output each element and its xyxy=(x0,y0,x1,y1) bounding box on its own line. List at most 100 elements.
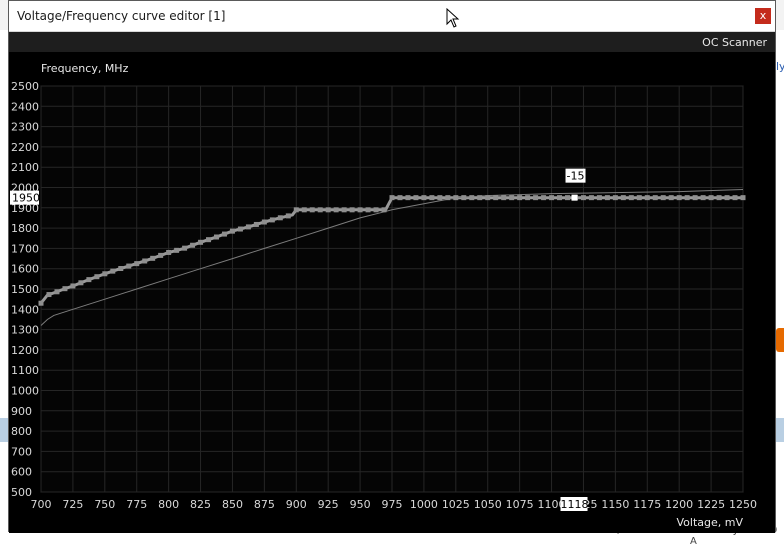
curve-point[interactable] xyxy=(317,207,323,213)
curve-point[interactable] xyxy=(565,195,570,201)
curve-point[interactable] xyxy=(509,195,515,201)
curve-point[interactable] xyxy=(365,207,371,213)
curve-point[interactable] xyxy=(692,195,698,201)
curve-point[interactable] xyxy=(214,234,219,240)
curve-point[interactable] xyxy=(533,195,539,201)
curve-point[interactable] xyxy=(325,207,331,213)
curve-point[interactable] xyxy=(445,195,451,201)
curve-point[interactable] xyxy=(557,195,563,201)
curve-point[interactable] xyxy=(389,195,395,201)
curve-point[interactable] xyxy=(628,195,634,201)
curve-point[interactable] xyxy=(94,274,100,280)
curve-point[interactable] xyxy=(620,195,626,201)
curve-point[interactable] xyxy=(477,195,483,201)
curve-point[interactable] xyxy=(469,195,475,201)
curve-point[interactable] xyxy=(54,289,60,295)
x-tick-label: 1225 xyxy=(697,498,725,511)
curve-point[interactable] xyxy=(644,195,650,201)
curve-point[interactable] xyxy=(541,195,547,201)
curve-point[interactable] xyxy=(341,207,347,213)
curve-point[interactable] xyxy=(245,224,251,230)
curve-point[interactable] xyxy=(716,195,722,201)
curve-point[interactable] xyxy=(549,195,555,201)
curve-point[interactable] xyxy=(684,195,690,201)
curve-point[interactable] xyxy=(206,237,212,243)
curve-point[interactable] xyxy=(381,207,387,213)
curve-point[interactable] xyxy=(134,261,140,267)
curve-point[interactable] xyxy=(46,292,52,298)
curve-point[interactable] xyxy=(253,221,259,227)
curve-point[interactable] xyxy=(333,207,339,213)
background-orange-button[interactable] xyxy=(776,328,784,352)
curve-point[interactable] xyxy=(190,242,196,248)
curve-point[interactable] xyxy=(182,245,188,251)
window-titlebar[interactable]: Voltage/Frequency curve editor [1] x xyxy=(9,1,775,32)
curve-point[interactable] xyxy=(485,195,491,201)
curve-point[interactable] xyxy=(174,247,180,253)
curve-point[interactable] xyxy=(708,195,714,201)
curve-point[interactable] xyxy=(150,255,156,261)
curve-point[interactable] xyxy=(293,207,299,213)
curve-point[interactable] xyxy=(437,195,443,201)
curve-point[interactable] xyxy=(285,213,291,219)
curve-point[interactable] xyxy=(405,195,411,201)
x-axis-title: Voltage, mV xyxy=(677,516,744,529)
curve-point[interactable] xyxy=(110,268,116,274)
curve-point[interactable] xyxy=(166,249,172,255)
curve-point[interactable] xyxy=(357,207,363,213)
curve-point[interactable] xyxy=(740,195,746,201)
curve-point[interactable] xyxy=(588,195,594,201)
curve-point[interactable] xyxy=(596,195,602,201)
curve-point[interactable] xyxy=(142,258,148,264)
mouse-cursor-icon xyxy=(446,8,460,28)
oc-scanner-button[interactable]: OC Scanner xyxy=(702,36,767,49)
curve-point[interactable] xyxy=(70,283,76,289)
curve-point[interactable] xyxy=(221,231,227,237)
curve-point[interactable] xyxy=(652,195,658,201)
curve-point[interactable] xyxy=(78,280,84,286)
curve-point[interactable] xyxy=(493,195,499,201)
curve-point[interactable] xyxy=(525,195,531,201)
curve-point[interactable] xyxy=(261,219,267,225)
background-link[interactable]: ly xyxy=(776,60,784,73)
close-button[interactable]: x xyxy=(755,8,771,24)
curve-point[interactable] xyxy=(700,195,706,201)
curve-point[interactable] xyxy=(269,217,275,223)
selected-curve-point[interactable] xyxy=(571,194,578,201)
curve-point[interactable] xyxy=(229,228,235,234)
curve-point[interactable] xyxy=(397,195,403,201)
curve-point[interactable] xyxy=(413,195,419,201)
curve-point[interactable] xyxy=(62,286,68,292)
curve-point[interactable] xyxy=(517,195,523,201)
curve-point[interactable] xyxy=(118,266,124,272)
chart-area[interactable]: 500 600 700 800 900 1000 1100 1200 1300 1400 1500 1… xyxy=(9,52,775,533)
curve-point[interactable] xyxy=(660,195,666,201)
curve-point[interactable] xyxy=(309,207,315,213)
curve-point[interactable] xyxy=(453,195,459,201)
curve-point[interactable] xyxy=(373,207,379,213)
curve-point[interactable] xyxy=(501,195,507,201)
curve-point[interactable] xyxy=(612,195,618,201)
curve-point[interactable] xyxy=(676,195,682,201)
curve-point[interactable] xyxy=(158,252,164,258)
curve-point[interactable] xyxy=(277,215,283,221)
curve-point[interactable] xyxy=(102,271,108,277)
curve-point[interactable] xyxy=(237,226,243,232)
curve-point[interactable] xyxy=(349,207,355,213)
curve-point[interactable] xyxy=(580,195,586,201)
curve-point[interactable] xyxy=(38,300,44,306)
curve-point[interactable] xyxy=(668,195,674,201)
curve-point[interactable] xyxy=(301,207,307,213)
curve-point[interactable] xyxy=(429,195,435,201)
x-tick-label: 825 xyxy=(190,498,211,511)
curve-point[interactable] xyxy=(732,195,738,201)
curve-point[interactable] xyxy=(198,239,204,245)
curve-point[interactable] xyxy=(421,195,427,201)
curve-point[interactable] xyxy=(636,195,642,201)
curve-point[interactable] xyxy=(86,277,92,283)
vf-curve-chart[interactable]: 500 600 700 800 900 1000 1100 1200 1300 1400 1500 1… xyxy=(9,52,775,533)
curve-point[interactable] xyxy=(461,195,467,201)
curve-point[interactable] xyxy=(604,195,610,201)
curve-point[interactable] xyxy=(724,195,730,201)
curve-point[interactable] xyxy=(126,263,132,269)
